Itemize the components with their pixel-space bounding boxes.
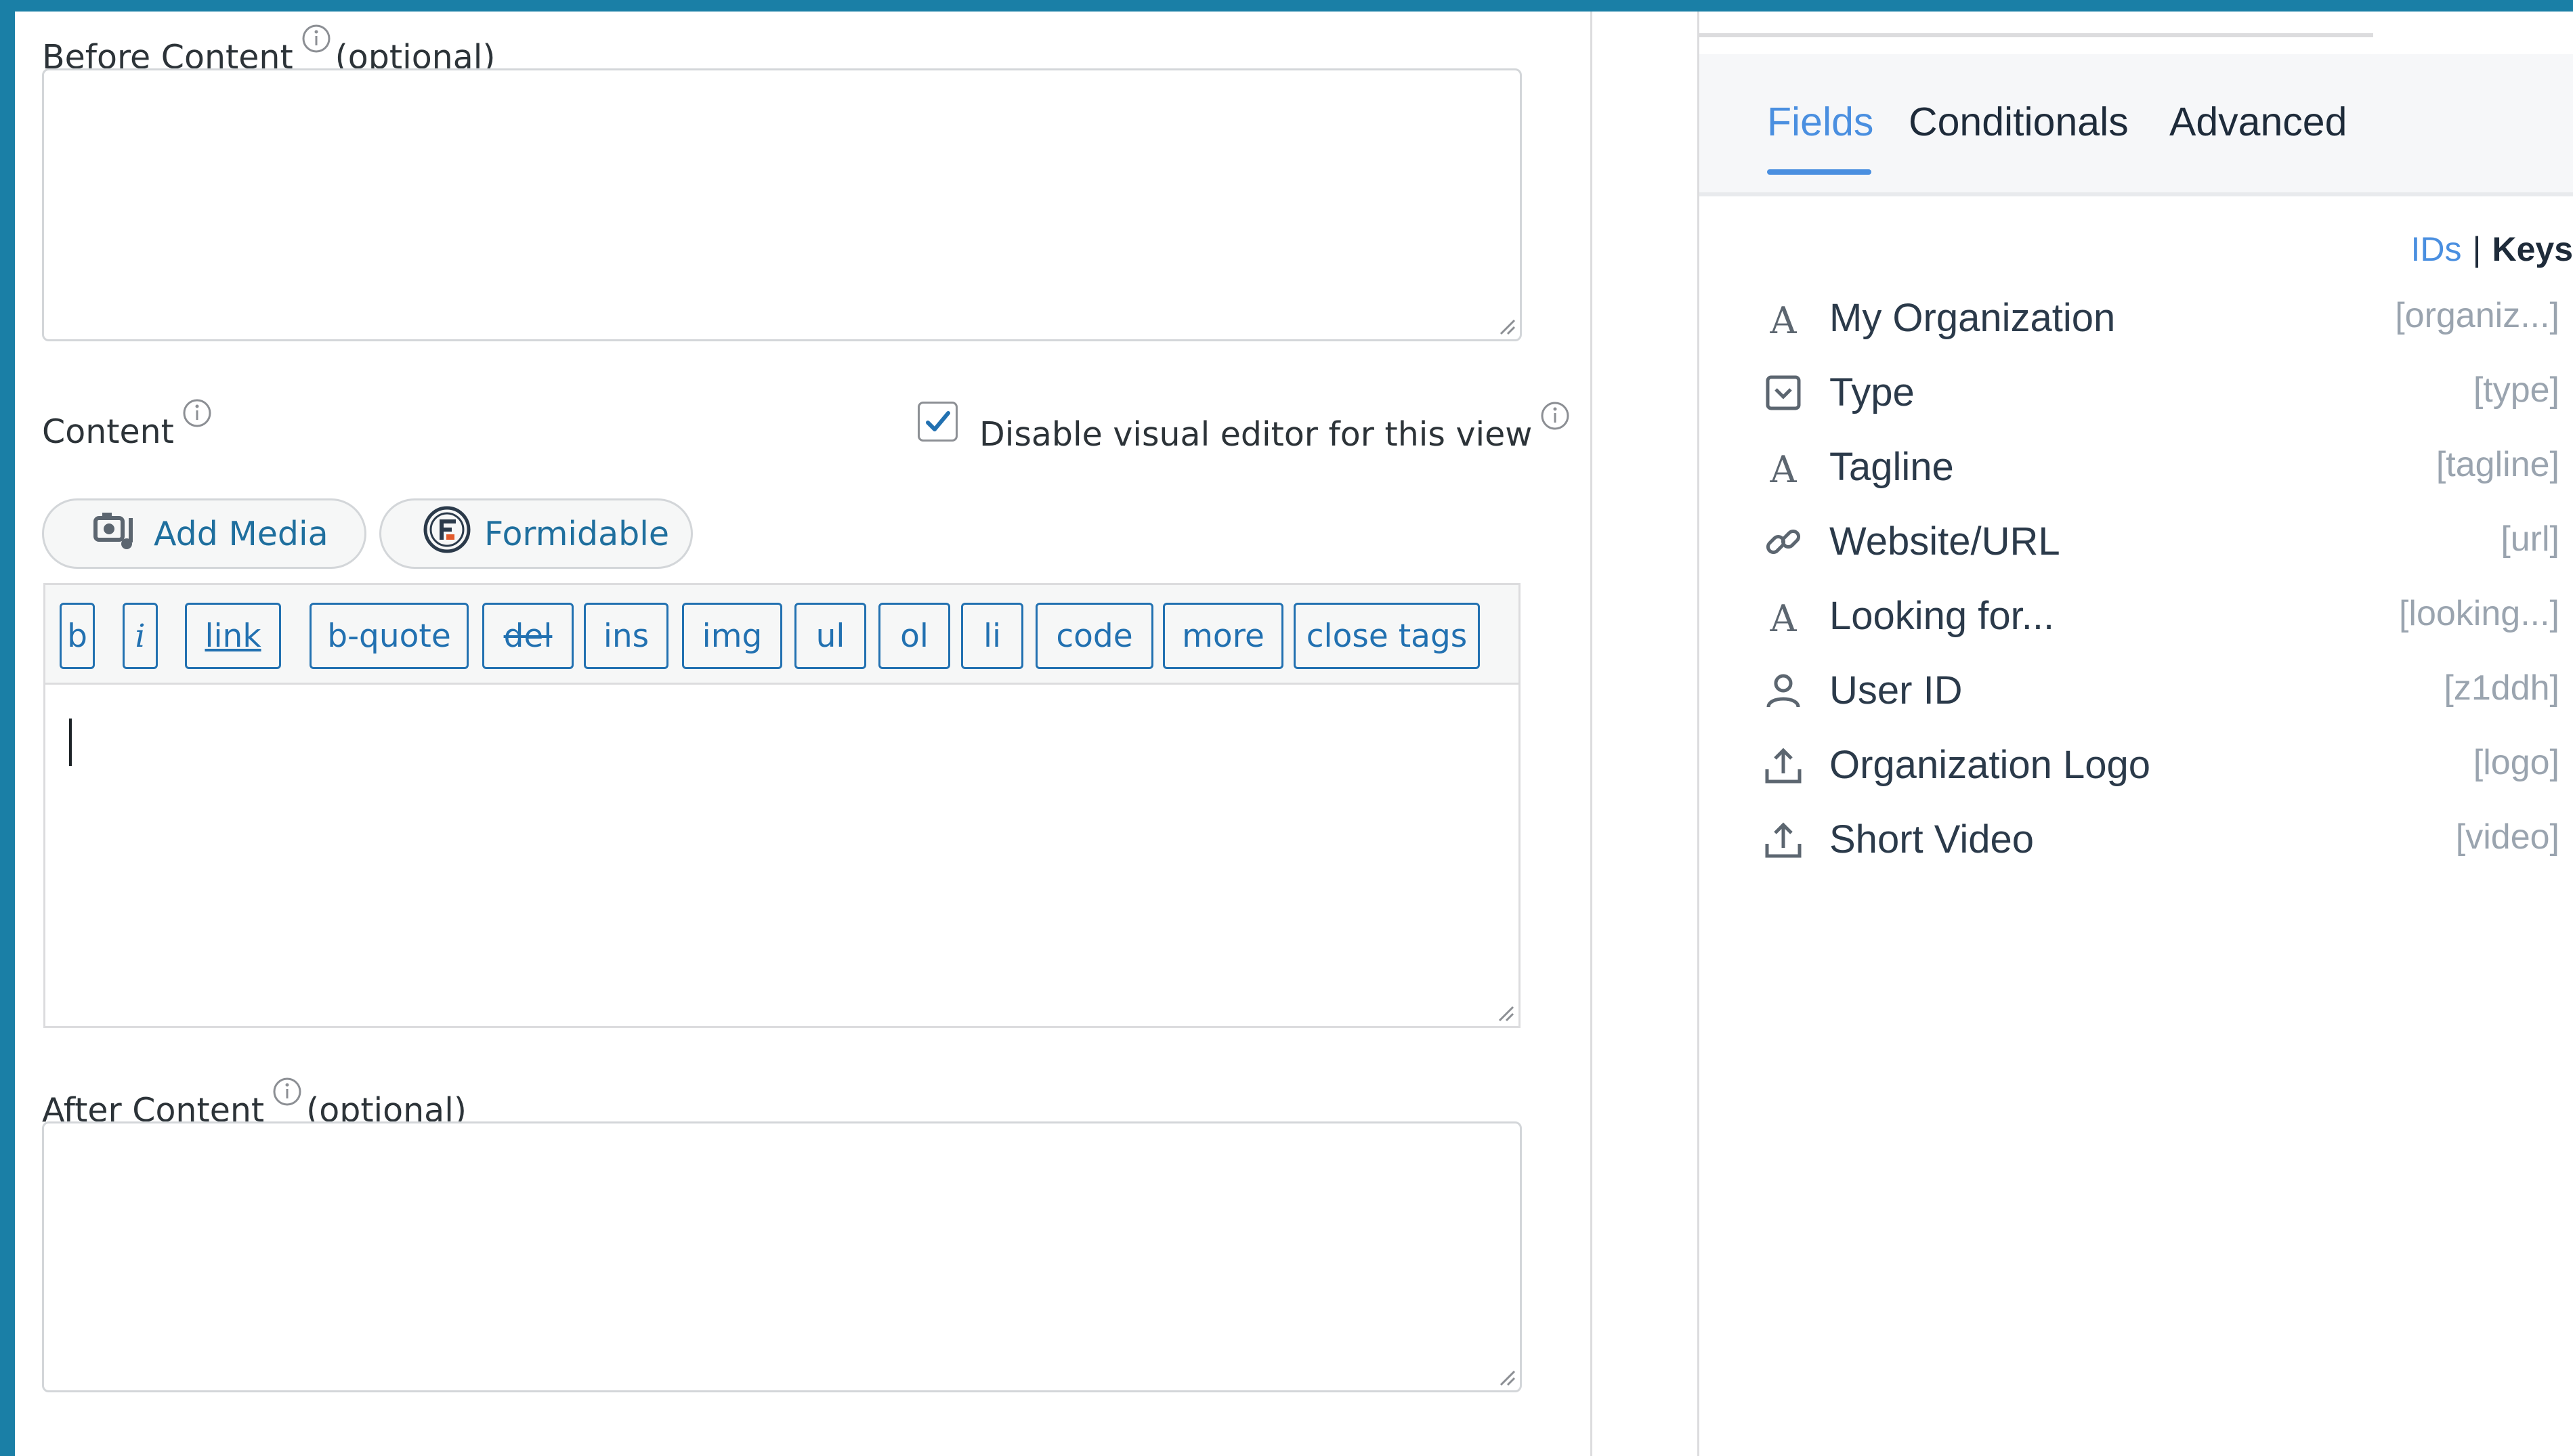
add-media-button[interactable]: Add Media: [42, 498, 366, 569]
quicktag-close-tags-button[interactable]: close tags: [1294, 603, 1480, 669]
upload-icon: [1765, 748, 1802, 784]
user-icon: [1766, 674, 1800, 708]
quicktag-li-button[interactable]: li: [961, 603, 1023, 669]
checkmark-icon: [926, 411, 950, 431]
formidable-icon: [422, 505, 472, 563]
ids-keys-toggle: IDs | Keys: [2410, 230, 2573, 269]
page: Before Content (optional) Content Disable…: [0, 0, 2573, 1456]
panel-tabs-header: Fields Conditionals Advanced: [1699, 54, 2573, 196]
panel-top-line: [1699, 33, 2373, 37]
quicktag-del-button[interactable]: del: [482, 603, 574, 669]
formidable-label: Formidable: [484, 514, 670, 553]
field-name: User ID: [1829, 668, 1963, 712]
ids-toggle[interactable]: IDs: [2410, 230, 2461, 268]
field-name: Short Video: [1829, 817, 2035, 861]
field-item-short-video[interactable]: Short Video [video]: [1699, 802, 2559, 870]
column-divider: [1590, 12, 1592, 1456]
quicktag-img-button[interactable]: img: [682, 603, 782, 669]
svg-text:A: A: [1770, 597, 1798, 635]
field-item-tagline[interactable]: A Tagline [tagline]: [1699, 429, 2560, 497]
resize-handle-icon[interactable]: [1497, 1367, 1516, 1386]
tab-fields[interactable]: Fields: [1767, 99, 1873, 145]
field-item-organization-logo[interactable]: Organization Logo [logo]: [1699, 727, 2559, 795]
add-media-icon: [93, 509, 142, 559]
field-name: My Organization: [1829, 296, 2116, 340]
quicktag-link-button[interactable]: link: [185, 603, 281, 669]
content-label: Content: [42, 412, 174, 451]
keys-toggle[interactable]: Keys: [2492, 230, 2573, 268]
field-item-user-id[interactable]: User ID [z1ddh]: [1699, 653, 2559, 721]
fields-panel: Fields Conditionals Advanced IDs | Keys A …: [1699, 12, 2573, 1456]
quicktags-toolbar: b i link b-quote del ins img ul ol li co…: [43, 583, 1521, 685]
quicktag-ul-button[interactable]: ul: [794, 603, 866, 669]
text-icon: A: [1770, 448, 1798, 486]
field-key: [tagline]: [2436, 445, 2559, 484]
resize-handle-icon[interactable]: [1497, 316, 1516, 335]
quicktag-code-button[interactable]: code: [1036, 603, 1153, 669]
add-media-label: Add Media: [154, 514, 328, 553]
text-icon: A: [1770, 597, 1798, 635]
field-key: [video]: [2455, 817, 2559, 857]
field-name: Tagline: [1829, 445, 1954, 489]
info-icon[interactable]: [272, 1077, 302, 1107]
quicktag-ol-button[interactable]: ol: [878, 603, 950, 669]
disable-visual-editor-row: Disable visual editor for this view: [979, 401, 1574, 454]
field-name: Website/URL: [1829, 519, 2060, 563]
after-content-textarea[interactable]: [42, 1121, 1522, 1392]
info-icon[interactable]: [301, 24, 331, 53]
field-key: [z1ddh]: [2444, 668, 2559, 708]
quicktag-bold-button[interactable]: b: [60, 603, 95, 669]
content-label-row: Content: [42, 398, 216, 451]
tab-advanced[interactable]: Advanced: [2169, 99, 2347, 145]
text-cursor: [69, 719, 72, 766]
field-key: [logo]: [2473, 743, 2559, 782]
quicktag-bquote-button[interactable]: b-quote: [310, 603, 469, 669]
info-icon[interactable]: [1540, 401, 1570, 431]
quicktag-more-button[interactable]: more: [1163, 603, 1283, 669]
field-key: [type]: [2473, 370, 2559, 410]
upload-icon: [1765, 822, 1802, 858]
link-icon: [1766, 529, 1801, 555]
field-item-website-url[interactable]: Website/URL [url]: [1699, 504, 2559, 572]
ids-keys-separator: |: [2472, 230, 2482, 268]
field-key: [looking...]: [2398, 594, 2559, 633]
info-icon[interactable]: [182, 398, 212, 428]
before-content-textarea[interactable]: [42, 68, 1522, 341]
window-frame-top: [0, 0, 2573, 12]
quicktag-italic-button[interactable]: i: [123, 603, 158, 669]
field-item-looking-for[interactable]: A Looking for... [looking...]: [1699, 578, 2560, 646]
field-name: Looking for...: [1829, 594, 2055, 638]
field-key: [organiz...]: [2395, 296, 2559, 335]
quicktag-ins-button[interactable]: ins: [584, 603, 668, 669]
svg-text:A: A: [1770, 299, 1798, 337]
text-icon: A: [1770, 299, 1798, 337]
active-tab-indicator: [1767, 169, 1871, 175]
field-name: Type: [1829, 370, 1915, 414]
window-frame-left: [0, 0, 15, 1456]
field-item-my-organization[interactable]: A My Organization [organiz...]: [1699, 280, 2560, 348]
content-textarea[interactable]: [43, 683, 1521, 1028]
tab-conditionals[interactable]: Conditionals: [1909, 99, 2129, 145]
field-name: Organization Logo: [1829, 743, 2150, 787]
dropdown-icon: [1766, 375, 1801, 410]
disable-visual-editor-checkbox[interactable]: [918, 402, 958, 442]
disable-visual-editor-label[interactable]: Disable visual editor for this view: [979, 415, 1532, 454]
formidable-button[interactable]: Formidable: [379, 498, 693, 569]
svg-text:A: A: [1770, 448, 1798, 486]
field-key: [url]: [2501, 519, 2559, 559]
resize-handle-icon[interactable]: [1495, 1003, 1514, 1022]
field-item-type[interactable]: Type [type]: [1699, 355, 2559, 423]
